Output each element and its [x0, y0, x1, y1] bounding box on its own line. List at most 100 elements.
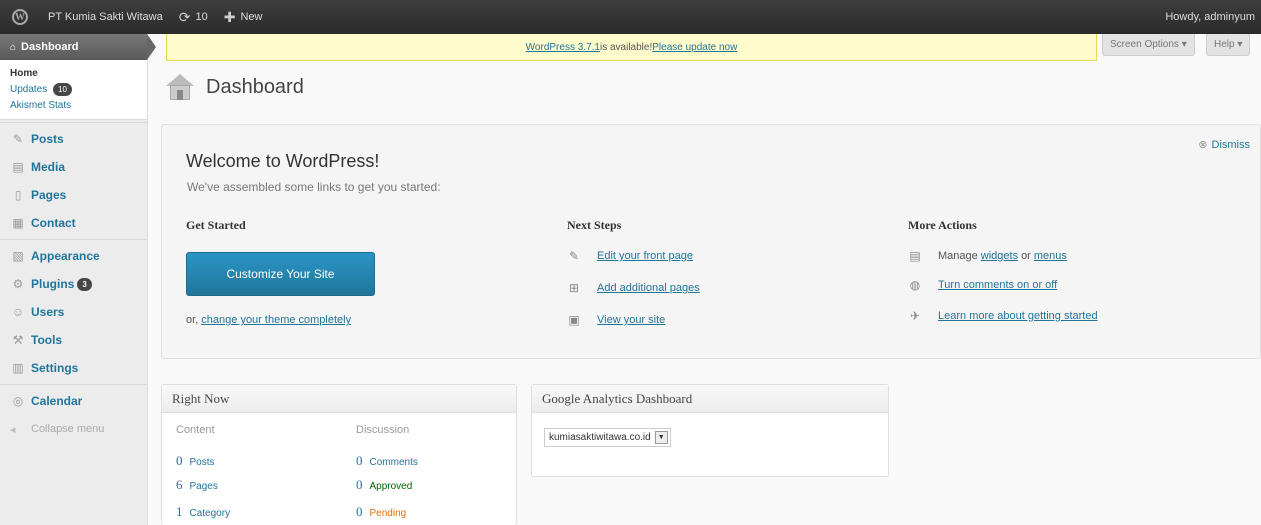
- welcome-about-text: We've assembled some links to get you st…: [187, 180, 441, 194]
- submenu-updates[interactable]: Updates 10: [10, 82, 147, 98]
- menu-separator: [0, 239, 147, 240]
- menu-appearance[interactable]: ▧ Appearance: [0, 242, 147, 270]
- pages-label: Pages: [189, 481, 218, 492]
- menu-users[interactable]: ☺ Users: [0, 298, 147, 326]
- content-pages-row[interactable]: 6 Pages: [176, 477, 218, 493]
- menu-appearance-label: Appearance: [31, 249, 100, 263]
- content-heading: Content: [176, 424, 215, 436]
- more-action-item: ◍ Turn comments on or off: [908, 278, 1188, 292]
- menu-tools[interactable]: ⚒ Tools: [0, 326, 147, 354]
- discussion-comments-row[interactable]: 0 Comments: [356, 453, 418, 469]
- learn-more-link[interactable]: Learn more about getting started: [938, 310, 1098, 322]
- more-action-item: ✈ Learn more about getting started: [908, 309, 1188, 323]
- profile-select[interactable]: kumiasaktiwitawa.co.id ▼: [544, 428, 671, 447]
- more-actions-column: More Actions ▤ Manage widgets or menus ◍…: [908, 218, 1098, 323]
- manage-text: Manage: [938, 250, 978, 262]
- more-actions-heading: More Actions: [908, 218, 977, 232]
- add-page-icon: ⊞: [568, 281, 580, 295]
- menu-settings-label: Settings: [31, 361, 79, 375]
- dismiss-link[interactable]: ⊗ Dismiss: [1198, 138, 1250, 151]
- add-additional-pages-link[interactable]: Add additional pages: [597, 282, 700, 294]
- calendar-icon: ◎: [12, 394, 24, 408]
- edit-front-page-link[interactable]: Edit your front page: [597, 250, 693, 262]
- menu-posts[interactable]: ✎ Posts: [0, 125, 147, 153]
- view-your-site-link[interactable]: View your site: [597, 314, 665, 326]
- home-icon: ⌂: [10, 41, 17, 53]
- menus-link[interactable]: menus: [1034, 250, 1067, 262]
- discussion-approved-row[interactable]: 0 Approved: [356, 477, 412, 493]
- or-text: or: [1021, 250, 1031, 262]
- right-now-title[interactable]: Right Now: [162, 385, 516, 413]
- approved-count: 0: [356, 477, 363, 492]
- next-step-item: ✎ Edit your front page: [567, 249, 847, 263]
- plugins-count-badge: 3: [77, 277, 92, 291]
- next-step-item: ⊞ Add additional pages: [567, 281, 847, 295]
- dismiss-label: Dismiss: [1211, 139, 1251, 151]
- wordpress-logo-icon: W: [12, 9, 28, 25]
- content-category-row[interactable]: 1 Category: [176, 504, 230, 520]
- settings-icon: ▥: [12, 361, 24, 375]
- customize-your-site-button[interactable]: Customize Your Site: [186, 252, 375, 296]
- site-name-link[interactable]: PT Kumia Sakti Witawa: [40, 0, 171, 34]
- menu-contact[interactable]: ▦ Contact: [0, 209, 147, 237]
- plug-icon: ⚙: [12, 277, 24, 291]
- pending-count: 0: [356, 504, 363, 519]
- admin-sidebar: ⌂ Dashboard Home Updates 10 Akismet Stat…: [0, 34, 156, 525]
- menu-pages[interactable]: ▯ Pages: [0, 181, 147, 209]
- submenu-akismet-stats[interactable]: Akismet Stats: [10, 98, 147, 114]
- screen-options-tab[interactable]: Screen Options ▾: [1102, 34, 1195, 56]
- turn-comments-link[interactable]: Turn comments on or off: [938, 279, 1057, 291]
- users-icon: ☺: [11, 305, 25, 319]
- account-menu[interactable]: Howdy, adminyum: [1157, 0, 1261, 34]
- help-tab[interactable]: Help ▾: [1206, 34, 1251, 56]
- wordpress-version-link[interactable]: WordPress 3.7.1: [526, 42, 600, 53]
- get-started-column: Get Started Customize Your Site or, chan…: [186, 218, 375, 326]
- welcome-title: Welcome to WordPress!: [186, 151, 380, 171]
- menu-calendar-label: Calendar: [31, 394, 83, 408]
- menu-separator: [0, 122, 147, 123]
- new-content-link[interactable]: ✚ New: [216, 0, 271, 34]
- menu-plugins[interactable]: ⚙ Plugins 3: [0, 270, 147, 298]
- content-posts-row[interactable]: 0 Posts: [176, 453, 215, 469]
- updates-count-badge: 10: [53, 82, 72, 96]
- change-theme-text: or, change your theme completely: [186, 314, 406, 326]
- widgets-icon: ▤: [909, 249, 921, 263]
- menu-plugins-label: Plugins: [31, 277, 75, 291]
- menu-tools-label: Tools: [31, 333, 63, 347]
- dismiss-icon: ⊗: [1198, 139, 1208, 151]
- dropdown-arrow-icon: ▼: [654, 431, 668, 444]
- update-now-link[interactable]: Please update now: [652, 42, 737, 53]
- tools-icon: ⚒: [12, 333, 24, 347]
- page-title: Dashboard: [206, 75, 304, 98]
- collapse-menu-button[interactable]: ◂ Collapse menu: [0, 415, 147, 443]
- submenu-home[interactable]: Home: [10, 66, 147, 82]
- menu-dashboard[interactable]: ⌂ Dashboard: [0, 34, 156, 60]
- edit-page-icon: ✎: [568, 249, 580, 263]
- next-step-item: ▣ View your site: [567, 313, 847, 327]
- plus-icon: ✚: [223, 8, 236, 25]
- menu-users-label: Users: [31, 305, 65, 319]
- menu-calendar[interactable]: ◎ Calendar: [0, 387, 147, 415]
- widgets-link[interactable]: widgets: [981, 250, 1018, 262]
- right-now-widget: Right Now Content Discussion 0 Posts 6 Pag…: [161, 384, 517, 525]
- pages-count: 6: [176, 477, 183, 492]
- menu-media[interactable]: ▤ Media: [0, 153, 147, 181]
- menu-contact-label: Contact: [31, 216, 76, 230]
- page-header: Dashboard: [166, 72, 304, 102]
- learn-more-icon: ✈: [909, 309, 921, 323]
- view-site-icon: ▣: [568, 313, 580, 327]
- new-label: New: [240, 11, 263, 23]
- get-started-heading: Get Started: [186, 218, 246, 232]
- menu-settings[interactable]: ▥ Settings: [0, 354, 147, 382]
- wordpress-logo-menu[interactable]: W: [0, 0, 40, 34]
- updates-link[interactable]: ⟳ 10: [171, 0, 216, 34]
- category-label: Category: [189, 508, 231, 519]
- change-theme-link[interactable]: change your theme completely: [201, 314, 351, 326]
- updates-count: 10: [195, 11, 208, 23]
- profile-select-value: kumiasaktiwitawa.co.id: [549, 432, 651, 443]
- dashboard-submenu: Home Updates 10 Akismet Stats: [0, 60, 147, 120]
- dashboard-house-icon: [166, 72, 194, 102]
- google-analytics-title[interactable]: Google Analytics Dashboard: [532, 385, 888, 413]
- more-action-item: ▤ Manage widgets or menus: [908, 249, 1188, 263]
- discussion-pending-row[interactable]: 0 Pending: [356, 504, 406, 520]
